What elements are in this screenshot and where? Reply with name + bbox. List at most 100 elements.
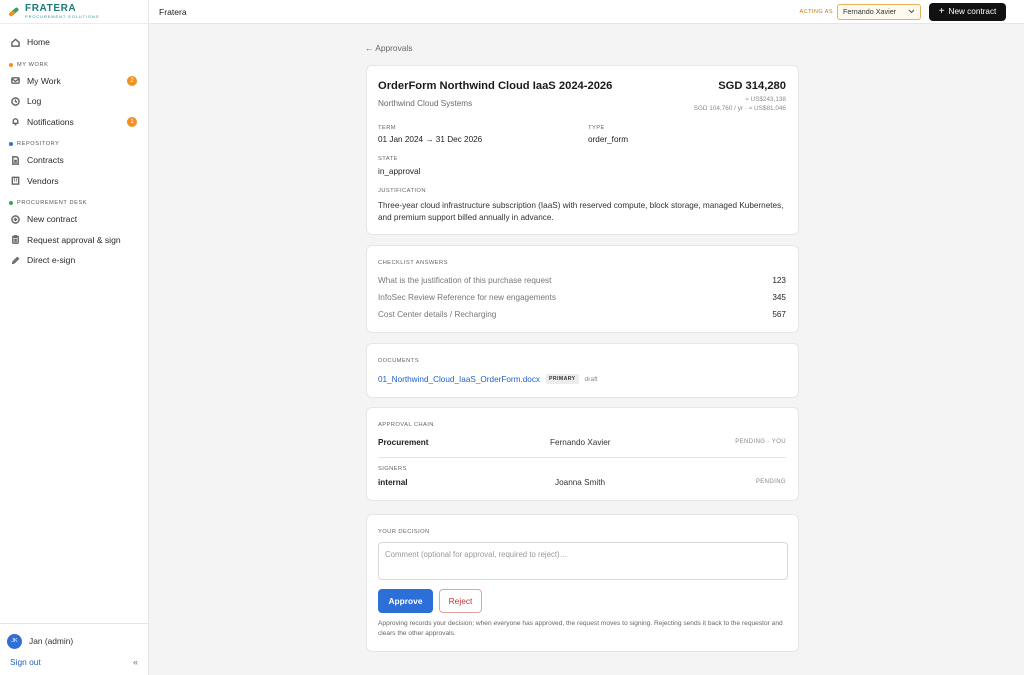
comment-input[interactable] <box>378 542 788 580</box>
home-icon <box>11 38 20 47</box>
count-badge: 1 <box>127 116 137 127</box>
decision-help-text: Approving records your decision; when ev… <box>378 620 783 637</box>
sidebar-item-home[interactable]: Home <box>0 32 148 53</box>
plus-circle-icon <box>11 214 20 224</box>
chevron-down-icon <box>908 9 915 14</box>
logo-icon <box>7 5 20 18</box>
clipboard-icon <box>12 235 19 245</box>
brand-name: FRATERA <box>25 3 77 14</box>
section-title: REPOSITORY <box>17 141 60 147</box>
checklist-answer: 345 <box>772 293 786 302</box>
vendor-name: Northwind Cloud Systems <box>378 99 473 108</box>
sidebar-item-label: Contracts <box>27 155 64 166</box>
collapse-sidebar-icon[interactable]: « <box>133 657 138 667</box>
section-dot <box>9 142 13 146</box>
signer-name: Joanna Smith <box>555 478 606 487</box>
bell-icon <box>12 118 19 126</box>
sidebar-item-label: Request approval & sign <box>27 234 121 245</box>
divider <box>378 457 786 458</box>
app-title: Fratera <box>159 6 187 17</box>
user-profile[interactable]: JK Jan (admin) <box>0 628 148 654</box>
new-contract-label: New contract <box>948 7 997 16</box>
signers-label: SIGNERS <box>378 466 407 472</box>
sidebar-item-label: Log <box>27 96 42 107</box>
sidebar-item-log[interactable]: Log <box>0 91 148 112</box>
section-title: PROCUREMENT DESK <box>17 200 88 206</box>
sidebar-item-request-approval[interactable]: Request approval & sign <box>0 230 148 251</box>
clock-icon <box>11 96 20 106</box>
justification-text: Three-year cloud infrastructure subscrip… <box>378 201 784 222</box>
avatar: JK <box>7 633 22 649</box>
sidebar-item-contracts[interactable]: Contracts <box>0 150 148 171</box>
annual-amount: SGD 104,760 / yr · ≈ US$81,046 <box>693 105 786 112</box>
term-value: 01 Jan 2024 → 31 Dec 2026 <box>378 135 483 144</box>
checklist-label: CHECKLIST ANSWERS <box>378 260 448 266</box>
primary-badge: PRIMARY <box>546 374 579 384</box>
checklist-question: InfoSec Review Reference for new engagem… <box>378 293 556 302</box>
sidebar-item-new-contract[interactable]: New contract <box>0 209 148 230</box>
approve-button[interactable]: Approve <box>378 589 433 613</box>
section-dot <box>9 62 13 67</box>
sidebar-item-label: Home <box>27 37 50 48</box>
checklist-answer: 123 <box>772 276 786 285</box>
sidebar-item-label: New contract <box>27 214 78 225</box>
sidebar-item-label: Direct e-sign <box>27 255 76 266</box>
sidebar-item-label: Vendors <box>27 175 59 186</box>
approver-name: Fernando Xavier <box>550 438 611 447</box>
type-label: TYPE <box>588 125 605 131</box>
sidebar-item-my-work[interactable]: My Work 2 <box>0 71 148 92</box>
section-repository: REPOSITORY <box>0 138 148 150</box>
sidebar-footer: JK Jan (admin) Sign out « <box>0 623 148 675</box>
inbox-icon <box>11 77 20 85</box>
user-name: Jan (admin) <box>29 636 74 646</box>
state-value: in_approval <box>378 167 421 176</box>
documents-label: DOCUMENTS <box>378 358 419 364</box>
checklist-question: Cost Center details / Recharging <box>378 310 497 319</box>
new-contract-button[interactable]: + New contract <box>929 2 1006 21</box>
section-dot <box>9 201 13 205</box>
count-badge: 2 <box>127 75 137 86</box>
approver-role: Procurement <box>378 438 429 447</box>
state-label: STATE <box>378 156 398 162</box>
checklist-row: What is the justification of this purcha… <box>378 276 786 285</box>
term-label: TERM <box>378 125 397 131</box>
sign-out-link[interactable]: Sign out <box>10 657 41 667</box>
document-row: 01_Northwind_Cloud_IaaS_OrderForm.docx P… <box>378 374 598 384</box>
section-my-work: MY WORK <box>0 59 148 71</box>
sidebar-item-direct-esign[interactable]: Direct e-sign <box>0 250 148 271</box>
signer-row: internal Joanna Smith PENDING <box>378 478 786 492</box>
sidebar-item-notifications[interactable]: Notifications 1 <box>0 112 148 133</box>
brand-tagline: PROCUREMENT SOLUTIONS <box>25 14 100 19</box>
checklist-row: InfoSec Review Reference for new engagem… <box>378 293 786 302</box>
document-link[interactable]: 01_Northwind_Cloud_IaaS_OrderForm.docx <box>378 375 540 384</box>
signer-role: internal <box>378 478 408 487</box>
acting-as-value: Fernando Xavier <box>843 7 897 16</box>
acting-as-label: ACTING AS <box>799 8 833 15</box>
brand-logo[interactable]: FRATERA PROCUREMENT SOLUTIONS <box>0 0 148 24</box>
section-title: MY WORK <box>17 61 49 68</box>
amount-conversion: ≈ US$243,138 <box>745 96 786 103</box>
checklist-card: CHECKLIST ANSWERS What is the justificat… <box>366 245 799 333</box>
reject-button[interactable]: Reject <box>439 589 482 613</box>
justification-label: JUSTIFICATION <box>378 188 426 194</box>
type-value: order_form <box>588 135 629 144</box>
checklist-row: Cost Center details / Recharging 567 <box>378 310 786 319</box>
approval-chain-card: APPROVAL CHAIN Procurement Fernando Xavi… <box>366 407 799 501</box>
top-bar: Fratera ACTING AS Fernando Xavier + New … <box>149 0 1024 24</box>
approval-row: Procurement Fernando Xavier PENDING · YO… <box>378 438 786 452</box>
checklist-question: What is the justification of this purcha… <box>378 276 552 285</box>
sidebar: FRATERA PROCUREMENT SOLUTIONS Home MY WO… <box>0 0 149 675</box>
approval-status: PENDING · YOU <box>735 439 786 445</box>
sidebar-item-label: Notifications <box>27 116 74 127</box>
pen-icon <box>11 256 20 264</box>
contract-summary-card: OrderForm Northwind Cloud IaaS 2024-2026… <box>366 65 799 235</box>
signer-status: PENDING <box>755 479 786 485</box>
acting-as-select[interactable]: Fernando Xavier <box>837 3 921 20</box>
back-to-approvals-link[interactable]: ← Approvals <box>365 43 412 53</box>
documents-card: DOCUMENTS 01_Northwind_Cloud_IaaS_OrderF… <box>366 343 799 398</box>
document-status: draft <box>584 375 598 383</box>
sidebar-item-vendors[interactable]: Vendors <box>0 171 148 192</box>
building-icon <box>11 176 20 186</box>
contract-title: OrderForm Northwind Cloud IaaS 2024-2026 <box>378 80 613 92</box>
decision-card: YOUR DECISION Approve Reject Approving r… <box>366 514 799 652</box>
